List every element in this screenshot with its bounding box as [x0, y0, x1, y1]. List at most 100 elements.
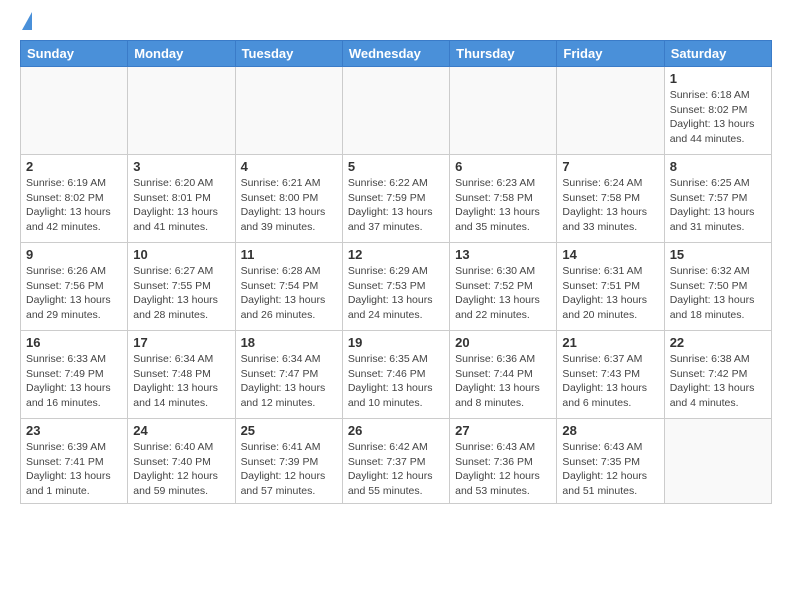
calendar-cell: 1 Sunrise: 6:18 AM Sunset: 8:02 PM Daylig… [664, 67, 771, 155]
calendar-cell: 19 Sunrise: 6:35 AM Sunset: 7:46 PM Dayli… [342, 331, 449, 419]
calendar-cell: 6 Sunrise: 6:23 AM Sunset: 7:58 PM Daylig… [450, 155, 557, 243]
day-number: 7 [562, 159, 658, 174]
day-info: Sunrise: 6:19 AM Sunset: 8:02 PM Dayligh… [26, 176, 122, 235]
calendar-cell: 3 Sunrise: 6:20 AM Sunset: 8:01 PM Daylig… [128, 155, 235, 243]
day-info: Sunrise: 6:32 AM Sunset: 7:50 PM Dayligh… [670, 264, 766, 323]
calendar-cell: 15 Sunrise: 6:32 AM Sunset: 7:50 PM Dayli… [664, 243, 771, 331]
day-number: 1 [670, 71, 766, 86]
day-info: Sunrise: 6:21 AM Sunset: 8:00 PM Dayligh… [241, 176, 337, 235]
day-info: Sunrise: 6:37 AM Sunset: 7:43 PM Dayligh… [562, 352, 658, 411]
calendar-cell: 5Sunrise: 6:22 AM Sunset: 7:59 PM Daylig… [342, 155, 449, 243]
day-number: 16 [26, 335, 122, 350]
day-info: Sunrise: 6:41 AM Sunset: 7:39 PM Dayligh… [241, 440, 337, 499]
day-number: 2 [26, 159, 122, 174]
calendar-cell: 8 Sunrise: 6:25 AM Sunset: 7:57 PM Daylig… [664, 155, 771, 243]
day-number: 6 [455, 159, 551, 174]
day-number: 4 [241, 159, 337, 174]
day-number: 24 [133, 423, 229, 438]
week-row-3: 16 Sunrise: 6:33 AM Sunset: 7:49 PM Dayli… [21, 331, 772, 419]
weekday-header-friday: Friday [557, 41, 664, 67]
day-number: 17 [133, 335, 229, 350]
calendar-cell: 11 Sunrise: 6:28 AM Sunset: 7:54 PM Dayli… [235, 243, 342, 331]
day-number: 15 [670, 247, 766, 262]
week-row-2: 9 Sunrise: 6:26 AM Sunset: 7:56 PM Daylig… [21, 243, 772, 331]
calendar-cell: 27Sunrise: 6:43 AM Sunset: 7:36 PM Dayli… [450, 419, 557, 504]
weekday-header-monday: Monday [128, 41, 235, 67]
day-info: Sunrise: 6:43 AM Sunset: 7:35 PM Dayligh… [562, 440, 658, 499]
day-number: 22 [670, 335, 766, 350]
calendar-cell [664, 419, 771, 504]
day-info: Sunrise: 6:33 AM Sunset: 7:49 PM Dayligh… [26, 352, 122, 411]
day-number: 18 [241, 335, 337, 350]
day-info: Sunrise: 6:24 AM Sunset: 7:58 PM Dayligh… [562, 176, 658, 235]
day-number: 3 [133, 159, 229, 174]
logo [20, 16, 32, 30]
day-info: Sunrise: 6:39 AM Sunset: 7:41 PM Dayligh… [26, 440, 122, 499]
calendar-cell: 13 Sunrise: 6:30 AM Sunset: 7:52 PM Dayli… [450, 243, 557, 331]
day-info: Sunrise: 6:30 AM Sunset: 7:52 PM Dayligh… [455, 264, 551, 323]
day-info: Sunrise: 6:25 AM Sunset: 7:57 PM Dayligh… [670, 176, 766, 235]
calendar-cell: 21 Sunrise: 6:37 AM Sunset: 7:43 PM Dayli… [557, 331, 664, 419]
week-row-4: 23 Sunrise: 6:39 AM Sunset: 7:41 PM Dayli… [21, 419, 772, 504]
calendar: SundayMondayTuesdayWednesdayThursdayFrid… [20, 40, 772, 504]
calendar-cell: 23 Sunrise: 6:39 AM Sunset: 7:41 PM Dayli… [21, 419, 128, 504]
calendar-cell: 18 Sunrise: 6:34 AM Sunset: 7:47 PM Dayli… [235, 331, 342, 419]
day-number: 25 [241, 423, 337, 438]
calendar-cell [342, 67, 449, 155]
calendar-cell [557, 67, 664, 155]
day-number: 26 [348, 423, 444, 438]
weekday-header-row: SundayMondayTuesdayWednesdayThursdayFrid… [21, 41, 772, 67]
calendar-cell: 9 Sunrise: 6:26 AM Sunset: 7:56 PM Daylig… [21, 243, 128, 331]
day-number: 28 [562, 423, 658, 438]
page: SundayMondayTuesdayWednesdayThursdayFrid… [0, 0, 792, 514]
day-number: 13 [455, 247, 551, 262]
calendar-cell: 26 Sunrise: 6:42 AM Sunset: 7:37 PM Dayli… [342, 419, 449, 504]
calendar-cell: 17Sunrise: 6:34 AM Sunset: 7:48 PM Dayli… [128, 331, 235, 419]
day-info: Sunrise: 6:35 AM Sunset: 7:46 PM Dayligh… [348, 352, 444, 411]
weekday-header-wednesday: Wednesday [342, 41, 449, 67]
day-info: Sunrise: 6:20 AM Sunset: 8:01 PM Dayligh… [133, 176, 229, 235]
weekday-header-saturday: Saturday [664, 41, 771, 67]
week-row-1: 2 Sunrise: 6:19 AM Sunset: 8:02 PM Daylig… [21, 155, 772, 243]
day-info: Sunrise: 6:26 AM Sunset: 7:56 PM Dayligh… [26, 264, 122, 323]
logo-triangle-icon [22, 12, 32, 30]
calendar-cell: 20 Sunrise: 6:36 AM Sunset: 7:44 PM Dayli… [450, 331, 557, 419]
day-info: Sunrise: 6:31 AM Sunset: 7:51 PM Dayligh… [562, 264, 658, 323]
day-info: Sunrise: 6:34 AM Sunset: 7:47 PM Dayligh… [241, 352, 337, 411]
day-number: 19 [348, 335, 444, 350]
day-info: Sunrise: 6:18 AM Sunset: 8:02 PM Dayligh… [670, 88, 766, 147]
day-number: 9 [26, 247, 122, 262]
day-number: 14 [562, 247, 658, 262]
week-row-0: 1 Sunrise: 6:18 AM Sunset: 8:02 PM Daylig… [21, 67, 772, 155]
calendar-cell [128, 67, 235, 155]
day-number: 10 [133, 247, 229, 262]
calendar-cell: 2 Sunrise: 6:19 AM Sunset: 8:02 PM Daylig… [21, 155, 128, 243]
calendar-cell: 12Sunrise: 6:29 AM Sunset: 7:53 PM Dayli… [342, 243, 449, 331]
day-number: 8 [670, 159, 766, 174]
header [20, 16, 772, 30]
day-info: Sunrise: 6:43 AM Sunset: 7:36 PM Dayligh… [455, 440, 551, 499]
day-info: Sunrise: 6:28 AM Sunset: 7:54 PM Dayligh… [241, 264, 337, 323]
calendar-cell: 25 Sunrise: 6:41 AM Sunset: 7:39 PM Dayli… [235, 419, 342, 504]
day-info: Sunrise: 6:36 AM Sunset: 7:44 PM Dayligh… [455, 352, 551, 411]
weekday-header-tuesday: Tuesday [235, 41, 342, 67]
day-number: 5 [348, 159, 444, 174]
calendar-cell: 22 Sunrise: 6:38 AM Sunset: 7:42 PM Dayli… [664, 331, 771, 419]
weekday-header-sunday: Sunday [21, 41, 128, 67]
day-info: Sunrise: 6:40 AM Sunset: 7:40 PM Dayligh… [133, 440, 229, 499]
day-info: Sunrise: 6:27 AM Sunset: 7:55 PM Dayligh… [133, 264, 229, 323]
calendar-cell: 14 Sunrise: 6:31 AM Sunset: 7:51 PM Dayli… [557, 243, 664, 331]
calendar-cell [235, 67, 342, 155]
day-number: 12 [348, 247, 444, 262]
day-number: 20 [455, 335, 551, 350]
day-number: 21 [562, 335, 658, 350]
day-info: Sunrise: 6:23 AM Sunset: 7:58 PM Dayligh… [455, 176, 551, 235]
day-info: Sunrise: 6:38 AM Sunset: 7:42 PM Dayligh… [670, 352, 766, 411]
weekday-header-thursday: Thursday [450, 41, 557, 67]
day-number: 11 [241, 247, 337, 262]
day-number: 23 [26, 423, 122, 438]
calendar-cell: 28 Sunrise: 6:43 AM Sunset: 7:35 PM Dayli… [557, 419, 664, 504]
calendar-cell: 7 Sunrise: 6:24 AM Sunset: 7:58 PM Daylig… [557, 155, 664, 243]
day-info: Sunrise: 6:42 AM Sunset: 7:37 PM Dayligh… [348, 440, 444, 499]
calendar-cell [450, 67, 557, 155]
